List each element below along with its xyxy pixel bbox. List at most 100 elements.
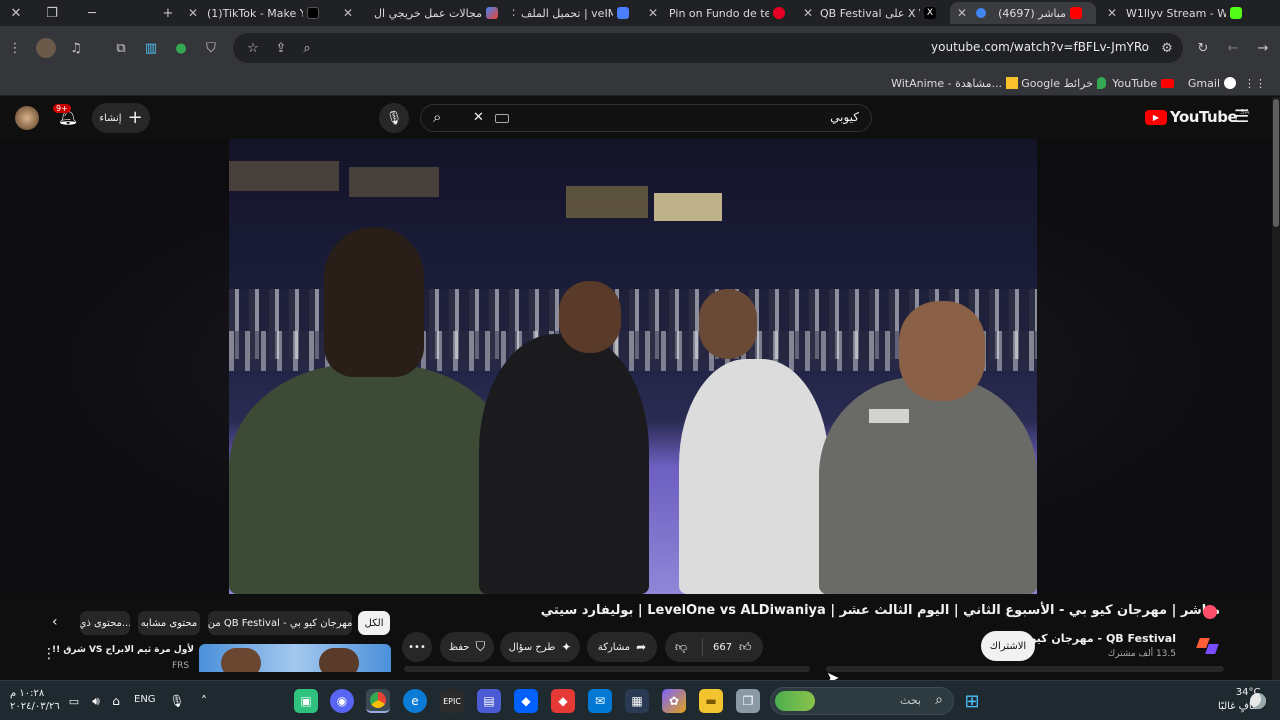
subscribe-label: الاشتراك (989, 640, 1027, 652)
chrome-icon[interactable] (366, 689, 390, 713)
extensions-icon[interactable]: ⧉ (111, 38, 131, 58)
person-white-shirt (679, 359, 829, 594)
search-button[interactable]: ⌕ (433, 108, 441, 126)
reload-icon[interactable]: ↻ (1193, 38, 1213, 58)
close-icon[interactable]: ✕ (513, 2, 519, 24)
dropbox-icon[interactable]: ◆ (514, 689, 538, 713)
tab-title: مجالات عمل خريجي ال (374, 6, 482, 20)
screen-light (229, 161, 339, 191)
google-icon (1224, 77, 1236, 89)
android-app-icon[interactable]: ▣ (294, 689, 318, 713)
phone-link-icon[interactable]: ▤ (477, 689, 501, 713)
voice-search-button[interactable]: 🎙︎ (379, 103, 409, 133)
url-text[interactable]: youtube.com/watch?v=fBFLv-JmYRo (931, 40, 1149, 54)
tab-pinterest[interactable]: ✕ Pin on Fundo de tela (645, 2, 790, 24)
star-icon[interactable]: ☆ (243, 38, 263, 58)
thumb-face (319, 648, 359, 672)
tab-veimg[interactable]: ✕ تحميل الملف | veIMG (513, 2, 638, 24)
windows-start-icon[interactable]: ⊞ (960, 689, 984, 713)
close-window-icon[interactable]: ✕ (6, 3, 26, 23)
scrollbar-thumb[interactable] (1273, 99, 1279, 227)
system-clock[interactable]: ١٠:٢٨ م ٢٠٢٤/٠٣/٢٦ (10, 687, 60, 713)
tray-overflow-icon[interactable]: ˄ (192, 689, 216, 713)
back-icon[interactable]: → (1253, 38, 1273, 58)
address-bar[interactable]: ☆ ⇪ ⌕ youtube.com/watch?v=fBFLv-JmYRo ⚙ (233, 33, 1183, 63)
related-video-thumbnail[interactable] (199, 644, 391, 672)
like-button[interactable]: 👍︎ (739, 640, 752, 655)
chips-prev-icon[interactable]: ‹ (52, 614, 58, 630)
video-player[interactable] (0, 139, 1272, 594)
anydesk-icon[interactable]: ◆ (551, 689, 575, 713)
close-icon[interactable]: ✕ (954, 2, 970, 24)
bookmarks-menu-icon[interactable]: ⋮⋮ (1244, 74, 1266, 92)
zoom-icon[interactable]: ⌕ (297, 38, 317, 58)
extension-icon[interactable]: ▥ (141, 38, 161, 58)
ask-button[interactable]: طرح سؤال ✦ (500, 632, 580, 662)
chip-similar[interactable]: محتوى مشابه (138, 611, 200, 635)
edge-icon[interactable]: e (403, 689, 427, 713)
epic-games-icon[interactable]: EPIC (440, 689, 464, 713)
search-input[interactable]: كيوبي (830, 110, 859, 124)
keyboard-icon[interactable] (495, 114, 509, 123)
tab-majalat[interactable]: ✕ مجالات عمل خريجي ال (340, 2, 510, 24)
minimize-window-icon[interactable]: ─ (82, 3, 102, 23)
close-icon[interactable]: ✕ (800, 2, 816, 24)
thumb-face (221, 648, 261, 672)
channel-name[interactable]: QB Festival - مهرجان كيو بي (1011, 632, 1176, 645)
channel-avatar[interactable] (1196, 634, 1222, 660)
tab-title: (1)TikTok - Make You (207, 6, 303, 20)
forward-icon[interactable]: ← (1223, 38, 1243, 58)
file-explorer-icon[interactable]: ▬ (699, 689, 723, 713)
save-button[interactable]: حفظ ⛉ (440, 632, 494, 662)
account-avatar[interactable] (15, 106, 39, 130)
person-head (559, 281, 621, 353)
like-count: 667 (713, 641, 733, 653)
media-controls-icon[interactable]: ♫ (66, 38, 86, 58)
chip-related-more[interactable]: محتوى ذي... (80, 611, 130, 635)
new-tab-button[interactable]: + (158, 3, 178, 23)
related-video-title[interactable]: لأول مرة ثيم الابراج VS شرق !! (52, 645, 194, 655)
bookmark-witanime[interactable]: WitAnime - مشاهدة... (891, 74, 1018, 92)
close-icon[interactable]: ✕ (645, 2, 661, 24)
menu-kebab-icon[interactable]: ⋮ (5, 38, 25, 58)
battery-icon[interactable]: ▭ (62, 689, 86, 713)
tab-tiktok[interactable]: ✕ (1)TikTok - Make You (185, 2, 333, 24)
search-highlight-image (775, 691, 815, 711)
bookmark-youtube[interactable]: YouTube (1112, 74, 1174, 92)
copilot-icon[interactable]: ✿ (662, 689, 686, 713)
shield-icon[interactable]: ⛉ (201, 38, 221, 58)
language-indicator[interactable]: ENG (134, 694, 156, 705)
send-to-device-icon[interactable]: ⇪ (271, 38, 291, 58)
chip-all[interactable]: الكل (358, 611, 390, 635)
adblock-icon[interactable]: ● (171, 38, 191, 58)
clear-search-icon[interactable]: ✕ (473, 110, 484, 125)
network-icon[interactable]: ⌂ (104, 689, 128, 713)
hamburger-menu-icon[interactable]: ☰ (1234, 107, 1249, 127)
share-button[interactable]: مشاركة ➦ (587, 632, 657, 662)
tab-youtube-live[interactable]: ✕ مباشر (4697) (950, 2, 1096, 24)
task-view-icon[interactable]: ❐ (736, 689, 760, 713)
restore-window-icon[interactable]: ❐ (42, 3, 62, 23)
dislike-button[interactable]: 👎︎ (675, 640, 687, 655)
discord-icon[interactable]: ◉ (330, 689, 354, 713)
bookmark-maps[interactable]: Google خرائط (1021, 74, 1106, 92)
chip-from-channel[interactable]: من QB Festival - مهرجان كيو بي (208, 611, 352, 635)
site-settings-icon[interactable]: ⚙ (1157, 38, 1177, 58)
close-icon[interactable]: ✕ (340, 2, 356, 24)
close-icon[interactable]: ✕ (185, 2, 201, 24)
mail-icon[interactable]: ✉ (588, 689, 612, 713)
profile-avatar[interactable] (36, 38, 56, 58)
tab-x-qbfestival[interactable]: ✕ QB Festival على X \ X X (800, 2, 940, 24)
taskbar-search[interactable]: بحث ⌕ (770, 687, 954, 715)
video-frame[interactable] (229, 139, 1037, 594)
subscribe-button[interactable]: الاشتراك (981, 631, 1035, 661)
page-scrollbar[interactable] (1272, 97, 1280, 680)
tab-stream[interactable]: ✕ W1llyv Stream - Wat (1104, 2, 1252, 24)
bookmark-gmail[interactable]: Gmail (1188, 74, 1236, 92)
close-icon[interactable]: ✕ (1104, 2, 1120, 24)
create-button[interactable]: إنشاء + (92, 103, 150, 133)
more-actions-button[interactable]: ••• (402, 632, 432, 662)
microphone-tray-icon[interactable]: 🎙︎ (165, 689, 189, 713)
youtube-icon (1070, 7, 1082, 19)
store-icon[interactable]: ▦ (625, 689, 649, 713)
